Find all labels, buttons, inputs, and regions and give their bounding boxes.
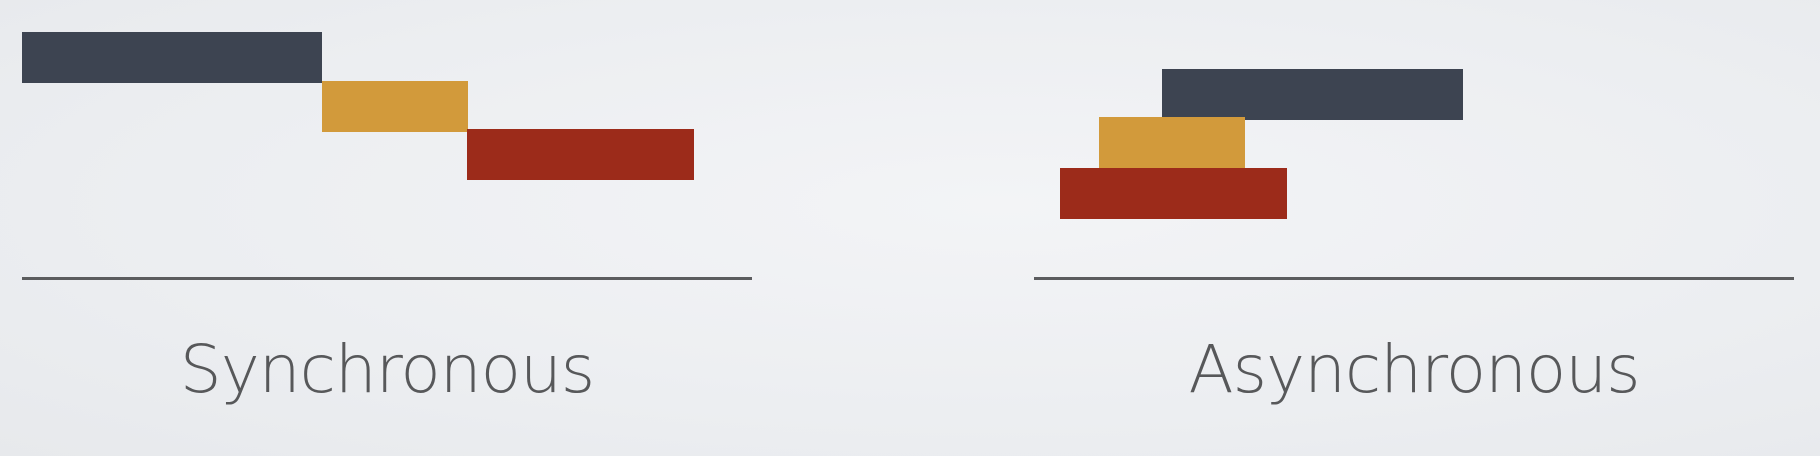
sync-task-2-bar	[322, 81, 468, 132]
sync-task-3-bar	[467, 129, 694, 180]
async-task-1-bar	[1162, 69, 1463, 120]
async-timeline-baseline	[1034, 277, 1794, 280]
async-caption: Asynchronous	[1188, 331, 1640, 408]
async-task-3-bar	[1060, 168, 1287, 219]
async-task-2-bar	[1099, 117, 1245, 168]
sync-caption: Synchronous	[179, 331, 595, 408]
asynchronous-panel: Asynchronous	[910, 0, 1820, 456]
synchronous-panel: Synchronous	[0, 0, 910, 456]
sync-task-1-bar	[22, 32, 322, 83]
sync-timeline-baseline	[22, 277, 752, 280]
